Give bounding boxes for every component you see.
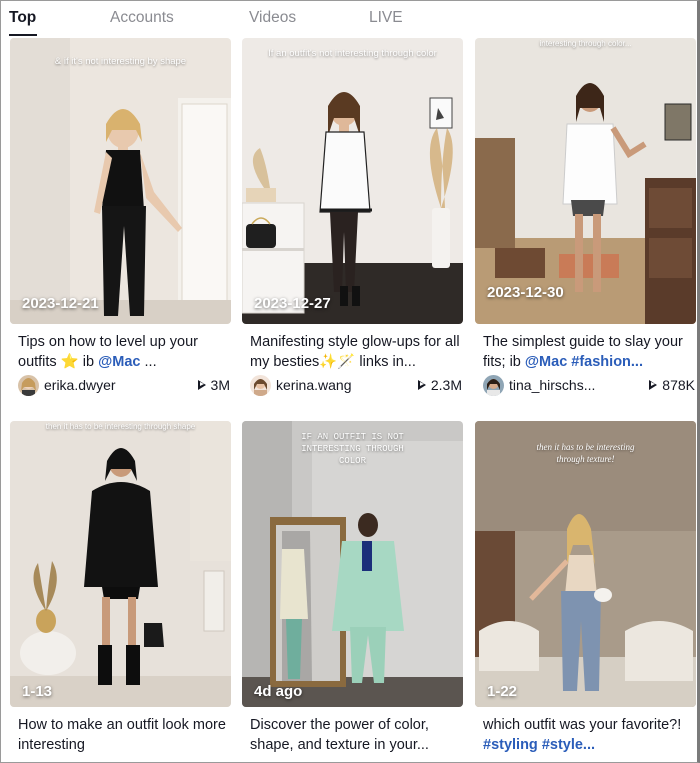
mention-link[interactable]: @Mac bbox=[98, 354, 140, 370]
tab-top[interactable]: Top bbox=[9, 9, 36, 27]
date-badge: 4d ago bbox=[254, 683, 303, 700]
hashtag-link[interactable]: #styling #style... bbox=[483, 737, 595, 753]
play-count: 3M bbox=[197, 377, 230, 393]
video-description[interactable]: How to make an outfit look more interest… bbox=[18, 715, 230, 755]
date-badge: 1-22 bbox=[487, 683, 518, 700]
video-overlay-caption: then it has to be interesting through sh… bbox=[45, 422, 196, 431]
avatar[interactable] bbox=[18, 375, 39, 396]
active-tab-underline bbox=[9, 34, 37, 36]
video-description[interactable]: The simplest guide to slay your fits; ib… bbox=[483, 332, 695, 372]
avatar[interactable] bbox=[250, 375, 271, 396]
date-badge: 1-13 bbox=[22, 683, 53, 700]
thumbnail-image-1 bbox=[10, 38, 231, 324]
video-thumbnail[interactable]: then it has to be interesting through te… bbox=[475, 421, 696, 707]
play-icon bbox=[197, 380, 206, 390]
thumbnail-image-4 bbox=[10, 421, 231, 707]
play-icon bbox=[417, 380, 426, 390]
username[interactable]: erika.dwyer bbox=[44, 377, 116, 393]
thumbnail-image-2 bbox=[242, 38, 463, 324]
play-icon bbox=[649, 380, 658, 390]
video-meta: tina_hirschs... 878K bbox=[483, 375, 695, 396]
play-count: 2.3M bbox=[417, 377, 462, 393]
video-thumbnail[interactable]: If an outfit's not interesting through c… bbox=[242, 38, 463, 324]
video-thumbnail[interactable]: interesting through color... 2023-12-30 bbox=[475, 38, 696, 324]
date-badge: 2023-12-21 bbox=[22, 295, 99, 312]
date-badge: 2023-12-27 bbox=[254, 295, 331, 312]
hashtag-link[interactable]: @Mac #fashion... bbox=[525, 354, 643, 370]
username[interactable]: tina_hirschs... bbox=[509, 377, 595, 393]
avatar[interactable] bbox=[483, 375, 504, 396]
video-description[interactable]: Manifesting style glow-ups for all my be… bbox=[250, 332, 462, 372]
video-overlay-caption: interesting through color... bbox=[539, 39, 632, 48]
username[interactable]: kerina.wang bbox=[276, 377, 352, 393]
video-meta: erika.dwyer 3M bbox=[18, 375, 230, 396]
video-thumbnail[interactable]: & if it's not interesting by shape 2023-… bbox=[10, 38, 231, 324]
tab-live[interactable]: LIVE bbox=[369, 9, 403, 27]
search-results-page: Top Accounts Videos LIVE & if it's not i bbox=[0, 0, 700, 763]
video-thumbnail[interactable]: then it has to be interesting through sh… bbox=[10, 421, 231, 707]
tab-videos[interactable]: Videos bbox=[249, 9, 296, 27]
video-meta: kerina.wang 2.3M bbox=[250, 375, 462, 396]
thumbnail-image-3 bbox=[475, 38, 696, 324]
video-overlay-caption: If an outfit's not interesting through c… bbox=[268, 48, 437, 59]
video-description[interactable]: which outfit was your favorite?! #stylin… bbox=[483, 715, 695, 755]
video-overlay-caption: then it has to be interesting through te… bbox=[536, 442, 635, 464]
search-tabs: Top Accounts Videos LIVE bbox=[1, 1, 697, 38]
date-badge: 2023-12-30 bbox=[487, 284, 564, 301]
video-thumbnail[interactable]: IF AN OUTFIT IS NOT INTERESTING THROUGH … bbox=[242, 421, 463, 707]
video-overlay-caption: IF AN OUTFIT IS NOT INTERESTING THROUGH … bbox=[301, 432, 404, 466]
tab-accounts[interactable]: Accounts bbox=[110, 9, 174, 27]
play-count: 878K bbox=[649, 377, 695, 393]
video-description[interactable]: Discover the power of color, shape, and … bbox=[250, 715, 462, 755]
video-description[interactable]: Tips on how to level up your outfits ⭐ i… bbox=[18, 332, 230, 372]
video-overlay-caption: & if it's not interesting by shape bbox=[54, 56, 187, 67]
